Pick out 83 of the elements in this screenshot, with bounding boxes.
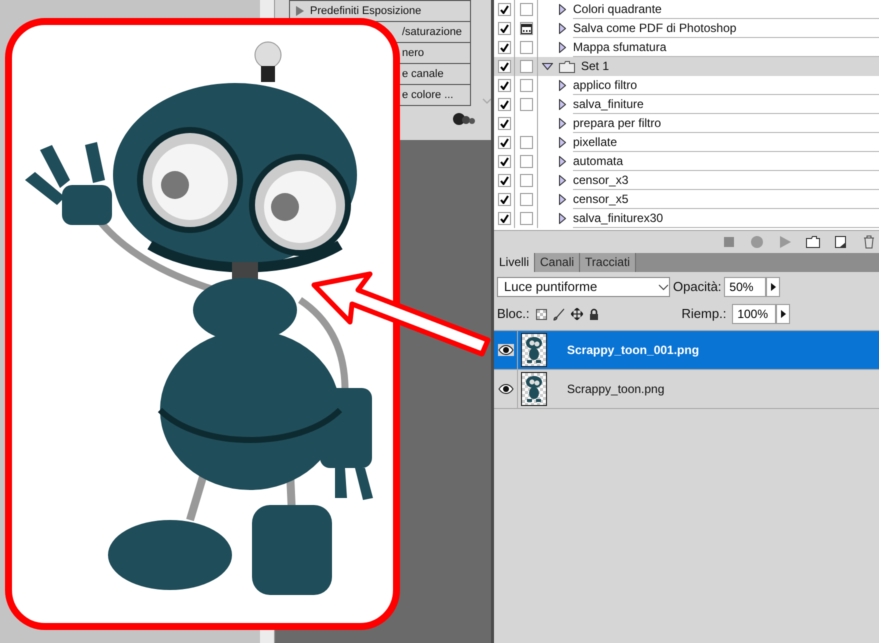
list-item[interactable]: e canale <box>402 64 444 84</box>
dialog-toggle[interactable] <box>520 193 532 206</box>
panel-tab[interactable]: Canali <box>535 253 580 272</box>
action-name[interactable]: applico filtro <box>573 76 879 95</box>
list-item[interactable]: e colore ... <box>402 85 454 105</box>
checkbox[interactable] <box>498 174 510 187</box>
action-name[interactable]: salva_finiture <box>573 95 879 114</box>
chevron-down-icon <box>658 284 669 290</box>
layer-name: Scrappy_toon_001.png <box>567 342 700 359</box>
action-name[interactable]: salva_finiturex30 <box>573 209 879 228</box>
folder-icon <box>559 60 575 72</box>
action-name[interactable]: pixellate <box>573 133 879 152</box>
triangle-icon[interactable] <box>296 6 304 16</box>
fill-field[interactable]: 100% <box>732 304 776 324</box>
dialog-toggle[interactable] <box>520 41 532 54</box>
checkbox[interactable] <box>498 155 510 168</box>
chevron-down-icon[interactable] <box>482 98 492 104</box>
fill-menu-button[interactable] <box>776 304 790 324</box>
checkbox[interactable] <box>498 193 510 206</box>
triangle-right-icon[interactable] <box>559 213 566 224</box>
action-name[interactable]: automata <box>573 152 879 171</box>
new-item-icon[interactable] <box>834 234 848 248</box>
lock-label: Bloc.: <box>497 305 530 324</box>
lock-icon[interactable] <box>588 308 599 320</box>
action-name[interactable]: prepara per filtro <box>573 114 879 133</box>
dialog-toggle[interactable] <box>520 3 532 16</box>
dialog-toggle[interactable] <box>520 155 532 168</box>
checkbox[interactable] <box>498 22 510 35</box>
triangle-icon <box>780 310 786 318</box>
checkbox[interactable] <box>498 212 510 225</box>
layer-thumbnail <box>521 372 547 406</box>
panel-tab[interactable]: Tracciati <box>580 253 636 272</box>
opacity-field[interactable]: 50% <box>724 277 766 297</box>
circles-icon[interactable] <box>453 112 475 126</box>
action-name[interactable]: Colori quadrante <box>573 0 879 19</box>
folder-icon[interactable] <box>806 234 820 248</box>
trash-icon[interactable] <box>862 234 876 248</box>
checkbox[interactable] <box>498 3 510 16</box>
checkbox[interactable] <box>498 60 510 73</box>
eye-icon[interactable] <box>498 383 514 395</box>
checkbox[interactable] <box>498 117 510 130</box>
eye-icon[interactable] <box>498 344 514 356</box>
triangle-right-icon[interactable] <box>559 156 566 167</box>
action-name[interactable]: Salva come PDF di Photoshop <box>573 19 879 38</box>
triangle-right-icon[interactable] <box>559 23 566 34</box>
checkerboard-icon[interactable] <box>536 308 547 320</box>
triangle-right-icon[interactable] <box>559 118 566 129</box>
dialog-toggle[interactable] <box>520 22 532 35</box>
panel-tab[interactable]: Livelli <box>494 253 536 272</box>
triangle-right-icon[interactable] <box>559 42 566 53</box>
checkbox[interactable] <box>498 79 510 92</box>
action-name[interactable]: censor_x5 <box>573 190 879 209</box>
dialog-toggle[interactable] <box>520 174 532 187</box>
triangle-icon <box>770 283 776 291</box>
triangle-right-icon[interactable] <box>559 175 566 186</box>
move-icon[interactable] <box>570 308 583 320</box>
opacity-menu-button[interactable] <box>766 277 780 297</box>
dialog-toggle[interactable] <box>520 136 532 149</box>
dialog-toggle[interactable] <box>520 79 532 92</box>
dialog-toggle[interactable] <box>520 212 532 225</box>
checkbox[interactable] <box>498 41 510 54</box>
triangle-right-icon[interactable] <box>559 194 566 205</box>
list-item[interactable]: /saturazione <box>402 22 462 42</box>
dialog-toggle[interactable] <box>520 98 532 111</box>
triangle-right-icon[interactable] <box>559 4 566 15</box>
blend-mode-select[interactable]: Luce puntiforme <box>497 277 670 297</box>
action-name[interactable]: censor_x3 <box>573 171 879 190</box>
list-item[interactable]: nero <box>402 43 424 63</box>
brush-icon[interactable] <box>552 308 565 320</box>
triangle-down-icon[interactable] <box>542 63 553 70</box>
checkbox[interactable] <box>498 98 510 111</box>
layer-thumbnail <box>521 333 547 367</box>
triangle-right-icon[interactable] <box>559 80 566 91</box>
checkbox[interactable] <box>498 136 510 149</box>
fill-label: Riemp.: <box>682 305 726 324</box>
list-item[interactable]: Predefiniti Esposizione <box>310 1 422 21</box>
triangle-right-icon[interactable] <box>559 137 566 148</box>
layer-row[interactable]: Scrappy_toon.png <box>494 370 879 409</box>
opacity-label: Opacità: <box>673 278 722 296</box>
dialog-toggle[interactable] <box>520 60 532 73</box>
layer-name: Scrappy_toon.png <box>567 381 664 398</box>
triangle-right-icon[interactable] <box>559 99 566 110</box>
layer-row[interactable]: Scrappy_toon_001.png <box>494 331 879 370</box>
